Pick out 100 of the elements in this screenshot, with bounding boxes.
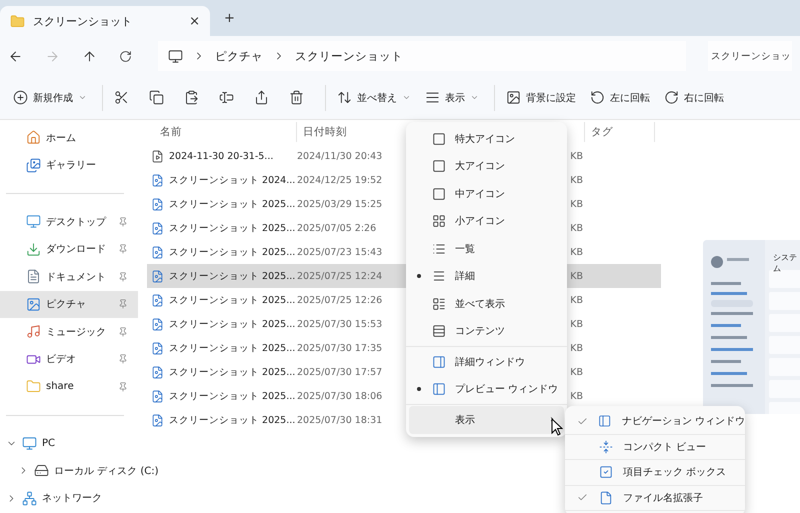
menu-item[interactable]: ナビゲーション ウィンドウ: [565, 409, 745, 434]
sidebar-label: ホーム: [46, 132, 76, 145]
sidebar-label: share: [46, 381, 75, 392]
menu-item[interactable]: 中アイコン: [409, 180, 564, 208]
menu-item[interactable]: 並べて表示: [409, 290, 564, 318]
file-date: 2025/07/30 18:31: [297, 414, 384, 426]
wallpaper-button[interactable]: 背景に設定: [501, 86, 581, 109]
menu-item[interactable]: ファイル名拡張子: [565, 486, 745, 511]
content-icon: [432, 324, 446, 338]
sidebar-item[interactable]: ミュージック: [0, 318, 138, 346]
menu-label: 項目チェック ボックス: [623, 466, 726, 480]
file-name: スクリーンショット 2025...: [147, 222, 297, 234]
tab-label: スクリーンショット: [33, 14, 133, 28]
preview-title: システム: [773, 252, 798, 274]
menu-item[interactable]: 大アイコン: [409, 152, 564, 180]
file-date: 2025/07/30 17:57: [297, 366, 384, 378]
menu-label: コンテンツ: [455, 325, 506, 338]
new-button[interactable]: 新規作成: [8, 86, 92, 109]
sidebar-item[interactable]: PC: [0, 430, 138, 457]
breadcrumb[interactable]: スクリーンショット: [295, 48, 403, 64]
sidebar-label: ビデオ: [46, 353, 77, 366]
file-name: スクリーンショット 2025...: [147, 270, 297, 282]
menu-item[interactable]: 小アイコン: [409, 208, 564, 235]
sidebar-item[interactable]: ダウンロード: [0, 236, 138, 263]
menu-label: コンパクト ビュー: [623, 440, 706, 454]
sidebar-label: ダウンロード: [46, 243, 107, 256]
file-date: 2025/03/29 15:25: [297, 198, 384, 210]
menu-item[interactable]: 詳細ウィンドウ: [409, 348, 564, 376]
checkbox-icon: [599, 465, 613, 480]
tiles-icon: [432, 296, 446, 311]
sidebar-item[interactable]: ネットワーク: [0, 484, 138, 512]
music-icon: [26, 324, 41, 340]
sidebar-item[interactable]: ローカル ディスク (C:): [0, 457, 169, 484]
sidebar-item[interactable]: ホーム: [0, 124, 138, 152]
copy-icon: [149, 90, 164, 105]
file-name: スクリーンショット 2025...: [147, 414, 297, 426]
menu-label: 特大アイコン: [455, 132, 516, 146]
image-file-icon: [151, 174, 164, 186]
image-file-icon: [151, 294, 164, 306]
sidebar-item[interactable]: ビデオ: [0, 346, 138, 373]
search-field[interactable]: スクリーンショッ: [708, 41, 792, 71]
column-header[interactable]: タグ: [585, 122, 655, 142]
network-icon: [22, 490, 37, 506]
file-size: KB: [569, 390, 583, 402]
file-date: 2025/07/30 17:35: [297, 342, 384, 354]
file-name: スクリーンショット 2025...: [147, 342, 297, 354]
image-file-icon: [151, 414, 164, 426]
pc-icon: [22, 436, 37, 451]
tab[interactable]: スクリーンショット ×: [0, 6, 210, 36]
sort-button[interactable]: 並べ替え: [332, 86, 416, 109]
sidebar-item[interactable]: ピクチャ: [0, 290, 138, 318]
rename-icon: [219, 90, 234, 105]
image-file-icon: [151, 390, 164, 402]
new-icon: [13, 90, 28, 105]
menu-item[interactable]: コンテンツ: [409, 318, 564, 345]
sidebar-label: ピクチャ: [46, 298, 87, 312]
menu-item[interactable]: 特大アイコン: [409, 125, 564, 152]
breadcrumb[interactable]: ピクチャ: [215, 48, 263, 64]
column-header[interactable]: 名前: [140, 122, 297, 142]
file-size: KB: [569, 318, 583, 330]
compact-icon: [599, 440, 613, 454]
view-icon: [425, 90, 440, 105]
file-name: スクリーンショット 2025...: [147, 246, 297, 258]
forward-icon: [45, 48, 60, 64]
image-file-icon: [151, 366, 164, 378]
sidebar-item[interactable]: share: [0, 373, 138, 400]
menu-item[interactable]: 項目チェック ボックス: [565, 460, 745, 486]
menu-item[interactable]: コンパクト ビュー: [565, 434, 745, 460]
image-file-icon: [151, 198, 164, 210]
view-button[interactable]: 表示: [420, 86, 484, 109]
monitor-icon: [168, 48, 183, 64]
sidebar-label: ドキュメント: [46, 270, 107, 284]
sidebar-item[interactable]: デスクトップ: [0, 208, 138, 236]
new-tab-button[interactable]: +: [224, 10, 235, 26]
desktop-icon: [26, 214, 41, 230]
file-size: KB: [569, 270, 583, 282]
sidebar-item[interactable]: ギャラリー: [0, 152, 138, 179]
menu-item[interactable]: プレビュー ウィンドウ: [409, 376, 564, 403]
file-size: KB: [569, 150, 583, 162]
refresh-icon: [119, 50, 132, 62]
up-icon: [82, 48, 97, 64]
download-icon: [26, 242, 41, 257]
file-size: KB: [569, 198, 583, 210]
sort-icon: [337, 90, 352, 105]
rotate-right-button[interactable]: 右に回転: [659, 86, 729, 109]
menu-item[interactable]: 詳細: [409, 262, 564, 290]
check-icon: [577, 416, 588, 427]
folder-icon: [26, 379, 41, 394]
rotate-left-button[interactable]: 左に回転: [585, 86, 655, 109]
image-file-icon: [151, 246, 164, 258]
sidebar-label: ミュージック: [46, 326, 107, 339]
file-name: スクリーンショット 2025...: [147, 318, 297, 330]
file-name: スクリーンショット 2025...: [147, 390, 297, 402]
address-bar[interactable]: ピクチャ スクリーンショット: [158, 41, 686, 71]
menu-item[interactable]: 一覧: [409, 235, 564, 262]
sidebar-label: ローカル ディスク (C:): [54, 464, 159, 478]
menu-label: 一覧: [455, 242, 476, 256]
close-button[interactable]: ×: [189, 14, 200, 28]
menu-label: 大アイコン: [455, 160, 506, 174]
sidebar-item[interactable]: ドキュメント: [0, 263, 138, 290]
